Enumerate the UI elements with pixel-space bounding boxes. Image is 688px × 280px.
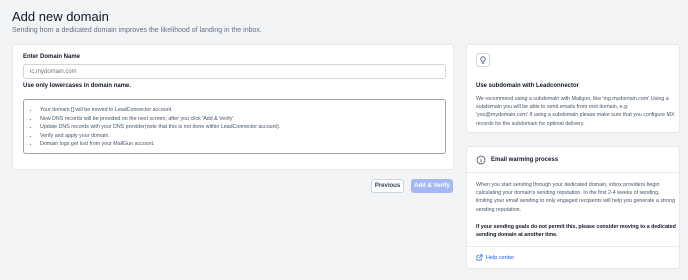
warming-body: When you start sending through your dedi… <box>476 182 676 213</box>
domain-name-input[interactable] <box>23 64 446 79</box>
list-item: New DNS records will be provided on the … <box>39 115 280 124</box>
help-center-label: Help center <box>486 254 515 261</box>
migration-info-box: Your domain [] will be moved to LeadConn… <box>23 99 446 154</box>
list-item: Domain logs get lost from your MailGun a… <box>39 140 280 149</box>
lowercase-hint: Use only lowercases in domain name. <box>23 83 132 89</box>
list-item: Update DNS records with your DNS provide… <box>39 123 280 132</box>
page-header: Add new domain Sending from a dedicated … <box>12 9 262 34</box>
subdomain-tip-card: Use subdomain with Leadconnector We reco… <box>466 44 680 133</box>
tip-title: Use subdomain with Leadconnector <box>476 83 580 89</box>
external-link-icon <box>476 254 483 261</box>
previous-button[interactable]: Previous <box>371 179 404 193</box>
list-item: Your domain [] will be moved to LeadConn… <box>39 106 280 115</box>
migration-info-list: Your domain [] will be moved to LeadConn… <box>39 106 280 149</box>
divider <box>467 246 679 247</box>
add-verify-button[interactable]: Add & Verify <box>411 179 453 193</box>
domain-name-label: Enter Domain Name <box>23 54 81 60</box>
info-icon <box>476 155 486 165</box>
page-title: Add new domain <box>12 9 109 24</box>
lightbulb-icon <box>476 53 490 67</box>
email-warming-card: Email warming process When you start sen… <box>466 146 680 269</box>
warming-title: Email warming process <box>491 157 559 163</box>
tip-body: We recommend using a subdomain with Mail… <box>476 96 675 127</box>
domain-form-card: Enter Domain Name Use only lowercases in… <box>12 44 454 170</box>
help-center-link[interactable]: Help center <box>476 254 514 261</box>
page-subtitle: Sending from a dedicated domain improves… <box>12 27 262 34</box>
list-item: Verify and apply your domain. <box>39 132 280 141</box>
divider <box>467 172 679 173</box>
warming-note: If your sending goals do not permit this… <box>476 224 676 239</box>
